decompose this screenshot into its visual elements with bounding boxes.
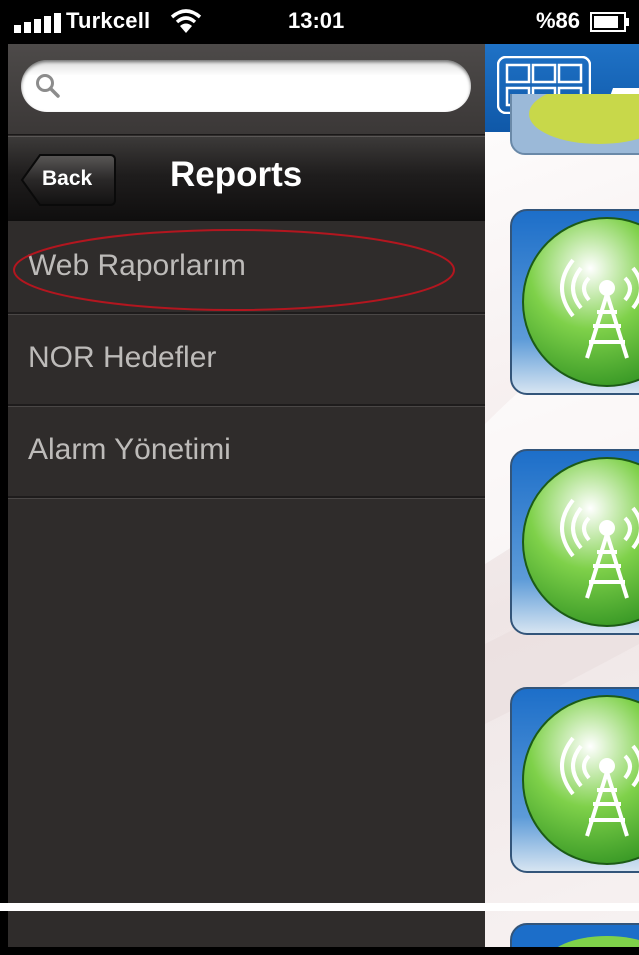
signal-tower-icon[interactable]	[509, 922, 639, 947]
signal-strength-icon	[14, 13, 61, 33]
search-input[interactable]	[69, 68, 463, 106]
reports-menu-list: Web Raporlarım NOR Hedefler Alarm Yöneti…	[8, 222, 485, 498]
carrier-name: Turkcell	[66, 8, 151, 33]
main-content-panel	[485, 44, 639, 947]
menu-item-label: Alarm Yönetimi	[28, 433, 231, 466]
navigation-bar: Back Reports	[8, 136, 485, 221]
menu-item-alarm-yonetimi[interactable]: Alarm Yönetimi	[8, 406, 485, 498]
highlight-circle-annotation	[13, 229, 455, 311]
page-title: Reports	[170, 155, 303, 194]
clock-time: 13:01	[288, 8, 345, 33]
signal-tower-icon[interactable]	[509, 448, 639, 638]
side-menu: Back Reports Web Raporlarım NOR Hedefler…	[8, 44, 485, 947]
app-tile-partial[interactable]	[509, 94, 639, 158]
status-bar: Turkcell 13:01 %86	[0, 0, 639, 44]
battery-percentage: %86	[536, 8, 581, 33]
search-bar	[8, 44, 485, 135]
wifi-icon	[170, 9, 202, 33]
menu-item-label: NOR Hedefler	[28, 341, 217, 374]
search-icon	[36, 74, 60, 98]
battery-icon	[590, 12, 629, 32]
search-field[interactable]	[21, 60, 471, 112]
menu-item-nor-hedefler[interactable]: NOR Hedefler	[8, 314, 485, 406]
bottom-edge	[0, 903, 639, 911]
phone-screen: Turkcell 13:01 %86 Back Reports Web Rapo…	[0, 0, 639, 955]
signal-tower-icon[interactable]	[509, 208, 639, 398]
back-button-label: Back	[42, 167, 93, 190]
back-button[interactable]: Back	[20, 153, 116, 207]
menu-item-web-raporlarim[interactable]: Web Raporlarım	[8, 222, 485, 314]
signal-tower-icon[interactable]	[509, 686, 639, 876]
